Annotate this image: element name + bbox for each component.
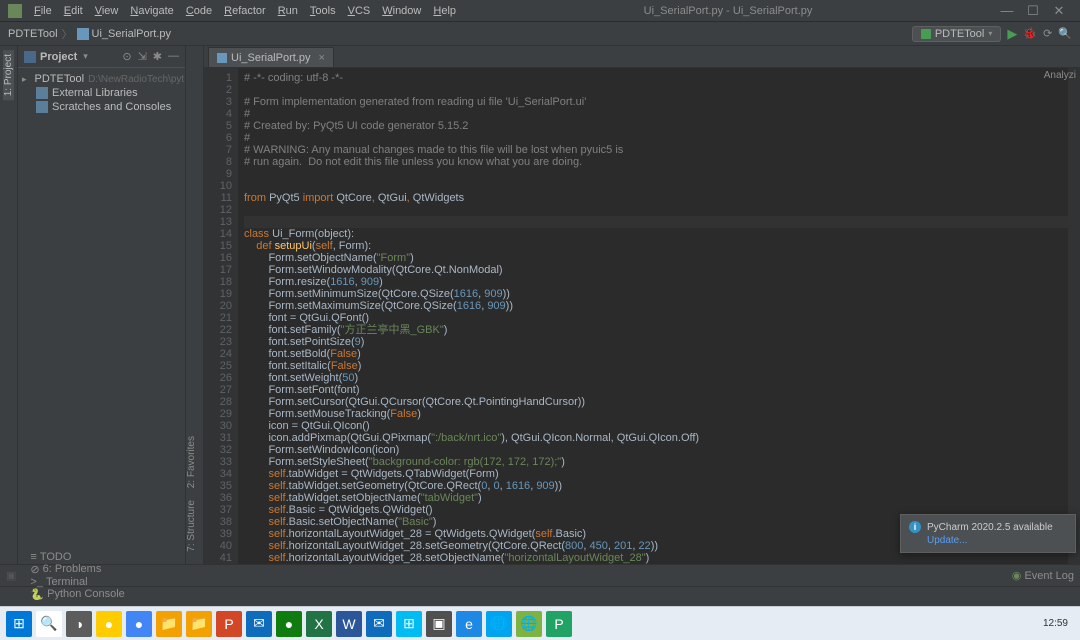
taskbar-app-icon[interactable]: ⊞ bbox=[6, 611, 32, 637]
event-log-icon: ◉ bbox=[1012, 570, 1022, 582]
bottom-tab-todo[interactable]: ≡TODO bbox=[30, 551, 124, 563]
editor-tab-active[interactable]: Ui_SerialPort.py × bbox=[208, 47, 334, 67]
close-tab-icon[interactable]: × bbox=[318, 52, 324, 64]
maximize-button[interactable]: ☐ bbox=[1020, 3, 1046, 19]
chevron-down-icon[interactable]: ▾ bbox=[83, 51, 88, 62]
python-file-icon bbox=[77, 28, 89, 40]
bottom-tab-pythonconsole[interactable]: 🐍Python Console bbox=[30, 588, 124, 601]
event-log-button[interactable]: ◉ Event Log bbox=[1012, 569, 1074, 582]
search-everywhere-button[interactable]: 🔍 bbox=[1058, 27, 1072, 40]
menu-navigate[interactable]: Navigate bbox=[124, 5, 179, 17]
project-panel-header: Project ▾ ⊙ ⇲ ✱ — bbox=[18, 46, 185, 68]
select-opened-file-icon[interactable]: ⊙ bbox=[122, 50, 131, 63]
taskbar-app-icon[interactable]: 🔍 bbox=[36, 611, 62, 637]
expand-all-icon[interactable]: ⇲ bbox=[138, 50, 147, 63]
taskbar-app-icon[interactable]: 📁 bbox=[156, 611, 182, 637]
taskbar-app-icon[interactable]: ▣ bbox=[426, 611, 452, 637]
tool-tab-structure[interactable]: 7: Structure bbox=[186, 494, 203, 558]
editor-tabs: Ui_SerialPort.py × bbox=[204, 46, 1080, 68]
run-config-selector[interactable]: PDTETool ▾ bbox=[912, 26, 1002, 42]
notification-update-link[interactable]: Update... bbox=[927, 535, 1067, 546]
menu-window[interactable]: Window bbox=[376, 5, 427, 17]
taskbar-app-icon[interactable]: ◑ bbox=[66, 611, 92, 637]
menu-tools[interactable]: Tools bbox=[304, 5, 342, 17]
windows-taskbar: ⊞🔍◑●●📁📁P✉●XW✉⊞▣e🌐🌐P 12:59 bbox=[0, 606, 1080, 640]
run-config-icon bbox=[921, 29, 931, 39]
taskbar-app-icon[interactable]: ✉ bbox=[366, 611, 392, 637]
menu-help[interactable]: Help bbox=[427, 5, 462, 17]
taskbar-app-icon[interactable]: P bbox=[216, 611, 242, 637]
close-button[interactable]: ✕ bbox=[1046, 3, 1072, 19]
inspection-hint: Analyzi bbox=[1044, 70, 1076, 82]
menu-code[interactable]: Code bbox=[180, 5, 218, 17]
error-stripe[interactable]: Analyzi bbox=[1068, 68, 1080, 564]
line-gutter: 1234567891011121314151617181920212223242… bbox=[204, 68, 238, 564]
taskbar-clock[interactable]: 12:59 bbox=[1043, 618, 1074, 629]
run-config-label: PDTETool bbox=[935, 28, 985, 40]
lib-icon bbox=[36, 87, 48, 99]
menu-refactor[interactable]: Refactor bbox=[218, 5, 272, 17]
app-icon bbox=[8, 4, 22, 18]
menu-run[interactable]: Run bbox=[272, 5, 304, 17]
tree-item[interactable]: External Libraries bbox=[18, 86, 185, 100]
bottom-tab-problems[interactable]: ⊘6: Problems bbox=[30, 563, 124, 576]
bottom-tool-strip: ▣ ≡TODO⊘6: Problems>_Terminal🐍Python Con… bbox=[0, 564, 1080, 586]
taskbar-app-icon[interactable]: ● bbox=[276, 611, 302, 637]
gear-icon[interactable]: ✱ bbox=[153, 50, 162, 63]
code-content[interactable]: # -*- coding: utf-8 -*-# Form implementa… bbox=[238, 68, 1068, 564]
info-icon: i bbox=[909, 521, 921, 533]
tree-item[interactable]: Scratches and Consoles bbox=[18, 100, 185, 114]
window-title: Ui_SerialPort.py - Ui_SerialPort.py bbox=[462, 5, 994, 17]
project-icon bbox=[24, 51, 36, 63]
taskbar-app-icon[interactable]: ● bbox=[96, 611, 122, 637]
taskbar-app-icon[interactable]: ● bbox=[126, 611, 152, 637]
left-tool-strip-bottom: 2: Favorites 7: Structure bbox=[186, 46, 204, 564]
taskbar-app-icon[interactable]: X bbox=[306, 611, 332, 637]
project-tree[interactable]: ▸PDTETool D:\NewRadioTech\python_0107Ext… bbox=[18, 68, 185, 118]
taskbar-app-icon[interactable]: 📁 bbox=[186, 611, 212, 637]
taskbar-app-icon[interactable]: 🌐 bbox=[516, 611, 542, 637]
scratch-icon bbox=[36, 101, 48, 113]
run-button[interactable]: ▶ bbox=[1007, 26, 1017, 42]
taskbar-app-icon[interactable]: W bbox=[336, 611, 362, 637]
left-tool-strip: 1: Project bbox=[0, 46, 18, 564]
project-tool-window: Project ▾ ⊙ ⇲ ✱ — ▸PDTETool D:\NewRadioT… bbox=[18, 46, 186, 564]
breadcrumb-file[interactable]: Ui_SerialPort.py bbox=[92, 28, 171, 40]
status-bar bbox=[0, 586, 1080, 606]
taskbar-app-icon[interactable]: 🌐 bbox=[486, 611, 512, 637]
menu-vcs[interactable]: VCS bbox=[342, 5, 377, 17]
chevron-down-icon: ▾ bbox=[988, 29, 992, 38]
tree-item[interactable]: ▸PDTETool D:\NewRadioTech\python_0107 bbox=[18, 72, 185, 86]
project-panel-title[interactable]: Project bbox=[40, 51, 77, 63]
python-file-icon bbox=[217, 53, 227, 63]
editor-area: Ui_SerialPort.py × 123456789101112131415… bbox=[204, 46, 1080, 564]
main-area: 1: Project Project ▾ ⊙ ⇲ ✱ — ▸PDTETool D… bbox=[0, 46, 1080, 564]
tool-tab-favorites[interactable]: 2: Favorites bbox=[186, 430, 203, 494]
minimize-button[interactable]: — bbox=[994, 3, 1020, 18]
menu-edit[interactable]: Edit bbox=[58, 5, 89, 17]
update-notification[interactable]: i PyCharm 2020.2.5 available Update... bbox=[900, 514, 1076, 553]
menu-view[interactable]: View bbox=[89, 5, 125, 17]
chevron-right-icon: 〉 bbox=[62, 26, 73, 42]
menu-file[interactable]: File bbox=[28, 5, 58, 17]
taskbar-app-icon[interactable]: P bbox=[546, 611, 572, 637]
notification-title: PyCharm 2020.2.5 available bbox=[927, 522, 1053, 533]
bottom-tab-terminal[interactable]: >_Terminal bbox=[30, 576, 124, 588]
editor-tab-label: Ui_SerialPort.py bbox=[231, 52, 310, 64]
title-bar: FileEditViewNavigateCodeRefactorRunTools… bbox=[0, 0, 1080, 22]
stop-button[interactable]: ⟳ bbox=[1043, 27, 1052, 40]
navigation-bar: PDTETool 〉 Ui_SerialPort.py PDTETool ▾ ▶… bbox=[0, 22, 1080, 46]
taskbar-app-icon[interactable]: e bbox=[456, 611, 482, 637]
hide-panel-icon[interactable]: — bbox=[168, 50, 179, 63]
taskbar-app-icon[interactable]: ✉ bbox=[246, 611, 272, 637]
debug-button[interactable]: 🐞 bbox=[1023, 27, 1037, 40]
tool-tab-project[interactable]: 1: Project bbox=[3, 50, 14, 100]
taskbar-app-icon[interactable]: ⊞ bbox=[396, 611, 422, 637]
breadcrumb-project[interactable]: PDTETool bbox=[8, 28, 58, 40]
code-editor[interactable]: 1234567891011121314151617181920212223242… bbox=[204, 68, 1080, 564]
